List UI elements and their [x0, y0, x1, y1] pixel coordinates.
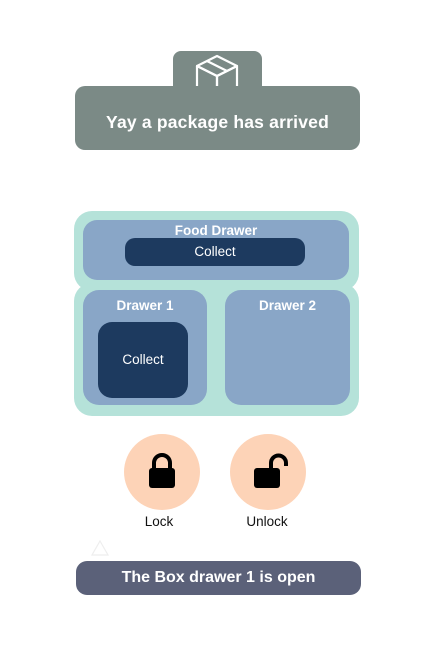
app-screen: Yay a package has arrived Food Drawer Co…: [0, 0, 430, 650]
drawer-1: Drawer 1 Collect: [83, 290, 207, 405]
lock-icon: [149, 453, 175, 488]
drawer-1-title: Drawer 1: [116, 298, 174, 313]
package-notification-text: Yay a package has arrived: [106, 112, 329, 132]
warning-icon: [91, 540, 109, 556]
drawer-1-collect-button[interactable]: Collect: [98, 322, 188, 398]
unlock-icon: [254, 453, 288, 488]
drawer-2[interactable]: Drawer 2: [225, 290, 350, 405]
status-message-bar: The Box drawer 1 is open: [76, 561, 361, 595]
package-notification-banner: Yay a package has arrived: [75, 86, 360, 150]
food-drawer-collect-button[interactable]: Collect: [125, 238, 305, 266]
unlock-label: Unlock: [246, 514, 288, 529]
drawer-2-title: Drawer 2: [258, 298, 317, 313]
food-drawer: Food Drawer Collect: [83, 220, 349, 280]
food-drawer-title: Food Drawer: [174, 223, 258, 238]
unlock-button[interactable]: [230, 434, 306, 510]
lock-label: Lock: [144, 514, 174, 529]
lock-button[interactable]: [124, 434, 200, 510]
